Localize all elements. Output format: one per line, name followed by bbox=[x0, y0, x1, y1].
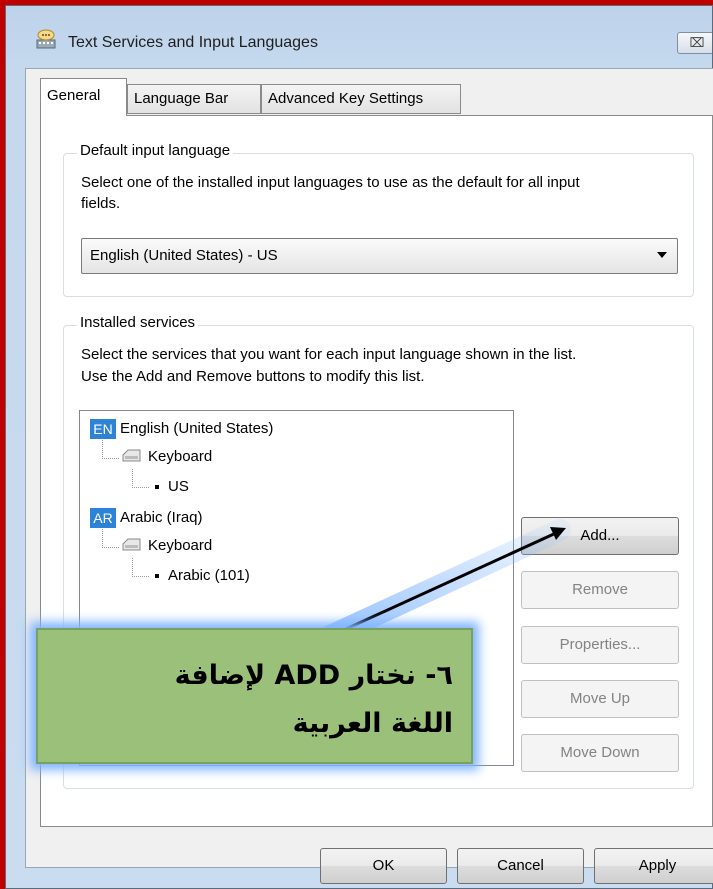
tree-connector bbox=[132, 558, 149, 577]
tree-layout-arabic-101[interactable]: Arabic (101) bbox=[168, 567, 250, 584]
language-badge-ar: AR bbox=[90, 508, 116, 528]
tree-bullet bbox=[155, 574, 159, 578]
default-language-dropdown[interactable]: English (United States) - US bbox=[81, 238, 678, 274]
instruction-callout: ٦- نختار ADD لإضافة اللغة العربية bbox=[36, 628, 473, 764]
tab-language-bar[interactable]: Language Bar bbox=[127, 84, 261, 114]
installed-services-legend: Installed services bbox=[77, 314, 199, 331]
language-badge-en: EN bbox=[90, 419, 116, 439]
move-up-button[interactable]: Move Up bbox=[521, 680, 679, 718]
installed-services-description-2: Use the Add and Remove buttons to modify… bbox=[81, 368, 425, 385]
tree-connector bbox=[132, 469, 149, 488]
tree-connector bbox=[102, 529, 119, 548]
remove-button[interactable]: Remove bbox=[521, 571, 679, 609]
keyboard-icon bbox=[122, 449, 141, 462]
text-services-icon bbox=[36, 29, 56, 49]
cancel-button[interactable]: Cancel bbox=[457, 848, 584, 884]
tree-language-english[interactable]: English (United States) bbox=[120, 420, 273, 437]
tree-connector bbox=[102, 440, 119, 459]
default-input-legend: Default input language bbox=[77, 142, 234, 159]
properties-button[interactable]: Properties... bbox=[521, 626, 679, 664]
tree-layout-us[interactable]: US bbox=[168, 478, 189, 495]
installed-services-description-1: Select the services that you want for ea… bbox=[81, 346, 577, 363]
tab-advanced-key-settings-label: Advanced Key Settings bbox=[268, 90, 424, 107]
callout-line-2: اللغة العربية bbox=[292, 708, 453, 739]
move-down-button[interactable]: Move Down bbox=[521, 734, 679, 772]
default-input-description-2: fields. bbox=[81, 195, 121, 212]
tab-general[interactable]: General bbox=[40, 78, 127, 116]
default-language-value: English (United States) - US bbox=[90, 247, 278, 264]
callout-line-1: ٦- نختار ADD لإضافة bbox=[174, 660, 453, 691]
title-bar[interactable]: Text Services and Input Languages ⌧ bbox=[6, 6, 712, 74]
close-icon: ⌧ bbox=[689, 35, 705, 50]
tree-language-arabic[interactable]: Arabic (Iraq) bbox=[120, 509, 203, 526]
tab-advanced-key-settings[interactable]: Advanced Key Settings bbox=[261, 84, 461, 114]
apply-button[interactable]: Apply bbox=[594, 848, 713, 884]
window-title: Text Services and Input Languages bbox=[68, 34, 318, 51]
ok-button[interactable]: OK bbox=[320, 848, 447, 884]
tree-keyboard-english[interactable]: Keyboard bbox=[148, 448, 212, 465]
tree-bullet bbox=[155, 485, 159, 489]
dropdown-arrow-icon bbox=[657, 252, 667, 258]
close-button[interactable]: ⌧ bbox=[677, 32, 712, 54]
keyboard-icon bbox=[122, 538, 141, 551]
tree-keyboard-arabic[interactable]: Keyboard bbox=[148, 537, 212, 554]
default-input-description-1: Select one of the installed input langua… bbox=[81, 174, 580, 191]
add-button[interactable]: Add... bbox=[521, 517, 679, 555]
callout-text: ٦- نختار ADD لإضافة اللغة العربية bbox=[53, 652, 453, 748]
tab-language-bar-label: Language Bar bbox=[134, 90, 229, 107]
tab-general-label: General bbox=[47, 87, 101, 104]
